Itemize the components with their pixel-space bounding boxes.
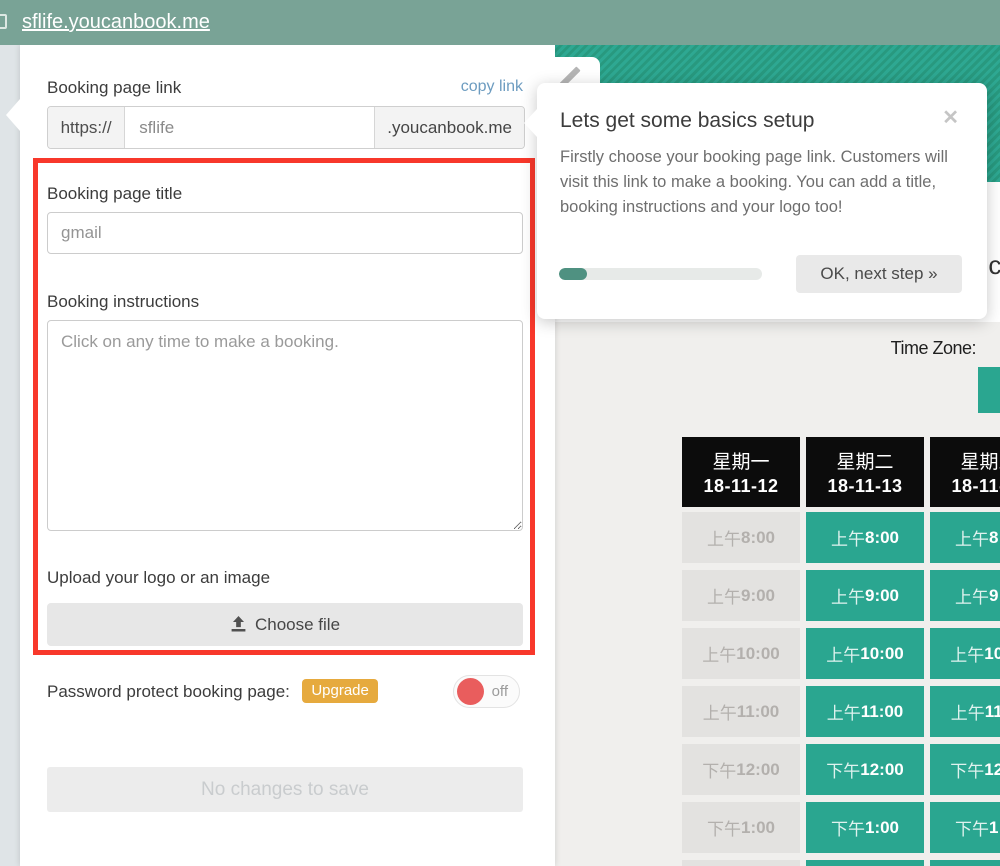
- time-slot[interactable]: 下午1:00: [930, 802, 1000, 853]
- toggle-knob-icon: [457, 678, 484, 705]
- date-label: 18-11-14: [951, 476, 1000, 496]
- time-slot[interactable]: 下午2:00: [806, 860, 924, 866]
- top-bar: sflife.youcanbook.me: [0, 0, 1000, 45]
- time-slot: 下午 1:00: [682, 802, 800, 853]
- time-slot[interactable]: 上午9:00: [930, 570, 1000, 621]
- weekday-label: 星期三: [960, 452, 1000, 473]
- booking-page-title-input[interactable]: [47, 212, 523, 254]
- booking-page-title-label: Booking page title: [47, 184, 183, 203]
- day-column: 星期三 18-11-14 上午8:00 上午9:00 上午10:00 上午11:00 下午1…: [930, 437, 1000, 866]
- time-slot[interactable]: 下午1:00: [806, 802, 924, 853]
- time-slot[interactable]: 上午8:00: [806, 512, 924, 563]
- domain-suffix: .youcanbook.me: [374, 107, 524, 148]
- upload-logo-label: Upload your logo or an image: [47, 568, 271, 587]
- panel-arrow: [6, 99, 20, 131]
- booking-page-link-label: Booking page link: [47, 78, 182, 97]
- settings-panel: Booking page link copy link https:// .yo…: [6, 45, 555, 866]
- url-input-group: https:// .youcanbook.me: [47, 106, 525, 149]
- choose-file-button[interactable]: Choose file: [47, 603, 523, 646]
- protocol-prefix: https://: [48, 107, 126, 148]
- date-label: 18-11-13: [827, 476, 903, 496]
- popover-body-text: Firstly choose your booking page link. C…: [560, 148, 948, 216]
- time-slot: 上午 8:00: [682, 512, 800, 563]
- day-header: 星期一 18-11-12: [682, 437, 800, 507]
- booking-instructions-textarea[interactable]: [47, 320, 523, 531]
- time-slot[interactable]: 上午8:00: [930, 512, 1000, 563]
- close-icon[interactable]: ✕: [942, 105, 959, 130]
- time-slot: 下午2:00: [682, 860, 800, 866]
- date-label: 18-11-12: [703, 476, 779, 496]
- password-protect-row: Password protect booking page: Upgrade o…: [47, 675, 525, 709]
- time-slot[interactable]: 上午10:00: [930, 628, 1000, 679]
- day-header: 星期三 18-11-14: [930, 437, 1000, 507]
- booking-instructions-label: Booking instructions: [47, 292, 200, 311]
- time-slot[interactable]: 上午11:00: [806, 686, 924, 737]
- calendar-grid: 星期一 18-11-12 上午 8:00 上午 9:00 上午 10:00 上午 11:00 下午 1…: [682, 437, 1000, 866]
- save-button[interactable]: No changes to save: [47, 767, 523, 812]
- upload-icon: [231, 616, 246, 632]
- time-slot[interactable]: 下午12:00: [806, 744, 924, 795]
- time-slot[interactable]: 下午2:00: [930, 860, 1000, 866]
- day-header: 星期二 18-11-13: [806, 437, 924, 507]
- day-column: 星期二 18-11-13 上午 8:00 上午 9:00 上午 10:00 上午 11:00 下午 1…: [806, 437, 924, 866]
- subdomain-input[interactable]: [125, 107, 375, 148]
- time-slot: 下午 12:00: [682, 744, 800, 795]
- password-protect-label: Password protect booking page:: [47, 682, 290, 701]
- time-slot[interactable]: 上午9:00: [806, 570, 924, 621]
- copy-link-button[interactable]: copy link: [461, 78, 523, 96]
- popover-arrow: [524, 109, 537, 137]
- time-slot: 上午 10:00: [682, 628, 800, 679]
- weekday-label: 星期一: [712, 452, 770, 473]
- toggle-state-label: off: [491, 683, 508, 700]
- time-slot[interactable]: 上午11:00: [930, 686, 1000, 737]
- popover-title: Lets get some basics setup: [560, 109, 815, 132]
- weekday-label: 星期二: [836, 452, 894, 473]
- next-step-button[interactable]: OK, next step »: [796, 255, 962, 293]
- timezone-select[interactable]: [978, 367, 1000, 413]
- time-slot: 上午 9:00: [682, 570, 800, 621]
- progress-fill: [559, 268, 588, 280]
- time-slot: 上午 11:00: [682, 686, 800, 737]
- time-slot[interactable]: 下午12:00: [930, 744, 1000, 795]
- password-toggle[interactable]: off: [453, 675, 520, 708]
- partial-icon: [0, 14, 7, 29]
- day-column: 星期一 18-11-12 上午 8:00 上午 9:00 上午 10:00 上午 11:00 下午 1…: [682, 437, 800, 866]
- time-slot[interactable]: 上午10:00: [806, 628, 924, 679]
- timezone-label: Time Zone:: [890, 338, 977, 358]
- progress-bar: [559, 268, 762, 280]
- onboarding-popover: Lets get some basics setup ✕ Firstly cho…: [524, 83, 987, 319]
- choose-file-label: Choose file: [254, 614, 341, 634]
- booking-page-url-link[interactable]: sflife.youcanbook.me: [22, 0, 210, 45]
- upgrade-badge[interactable]: Upgrade: [302, 679, 378, 703]
